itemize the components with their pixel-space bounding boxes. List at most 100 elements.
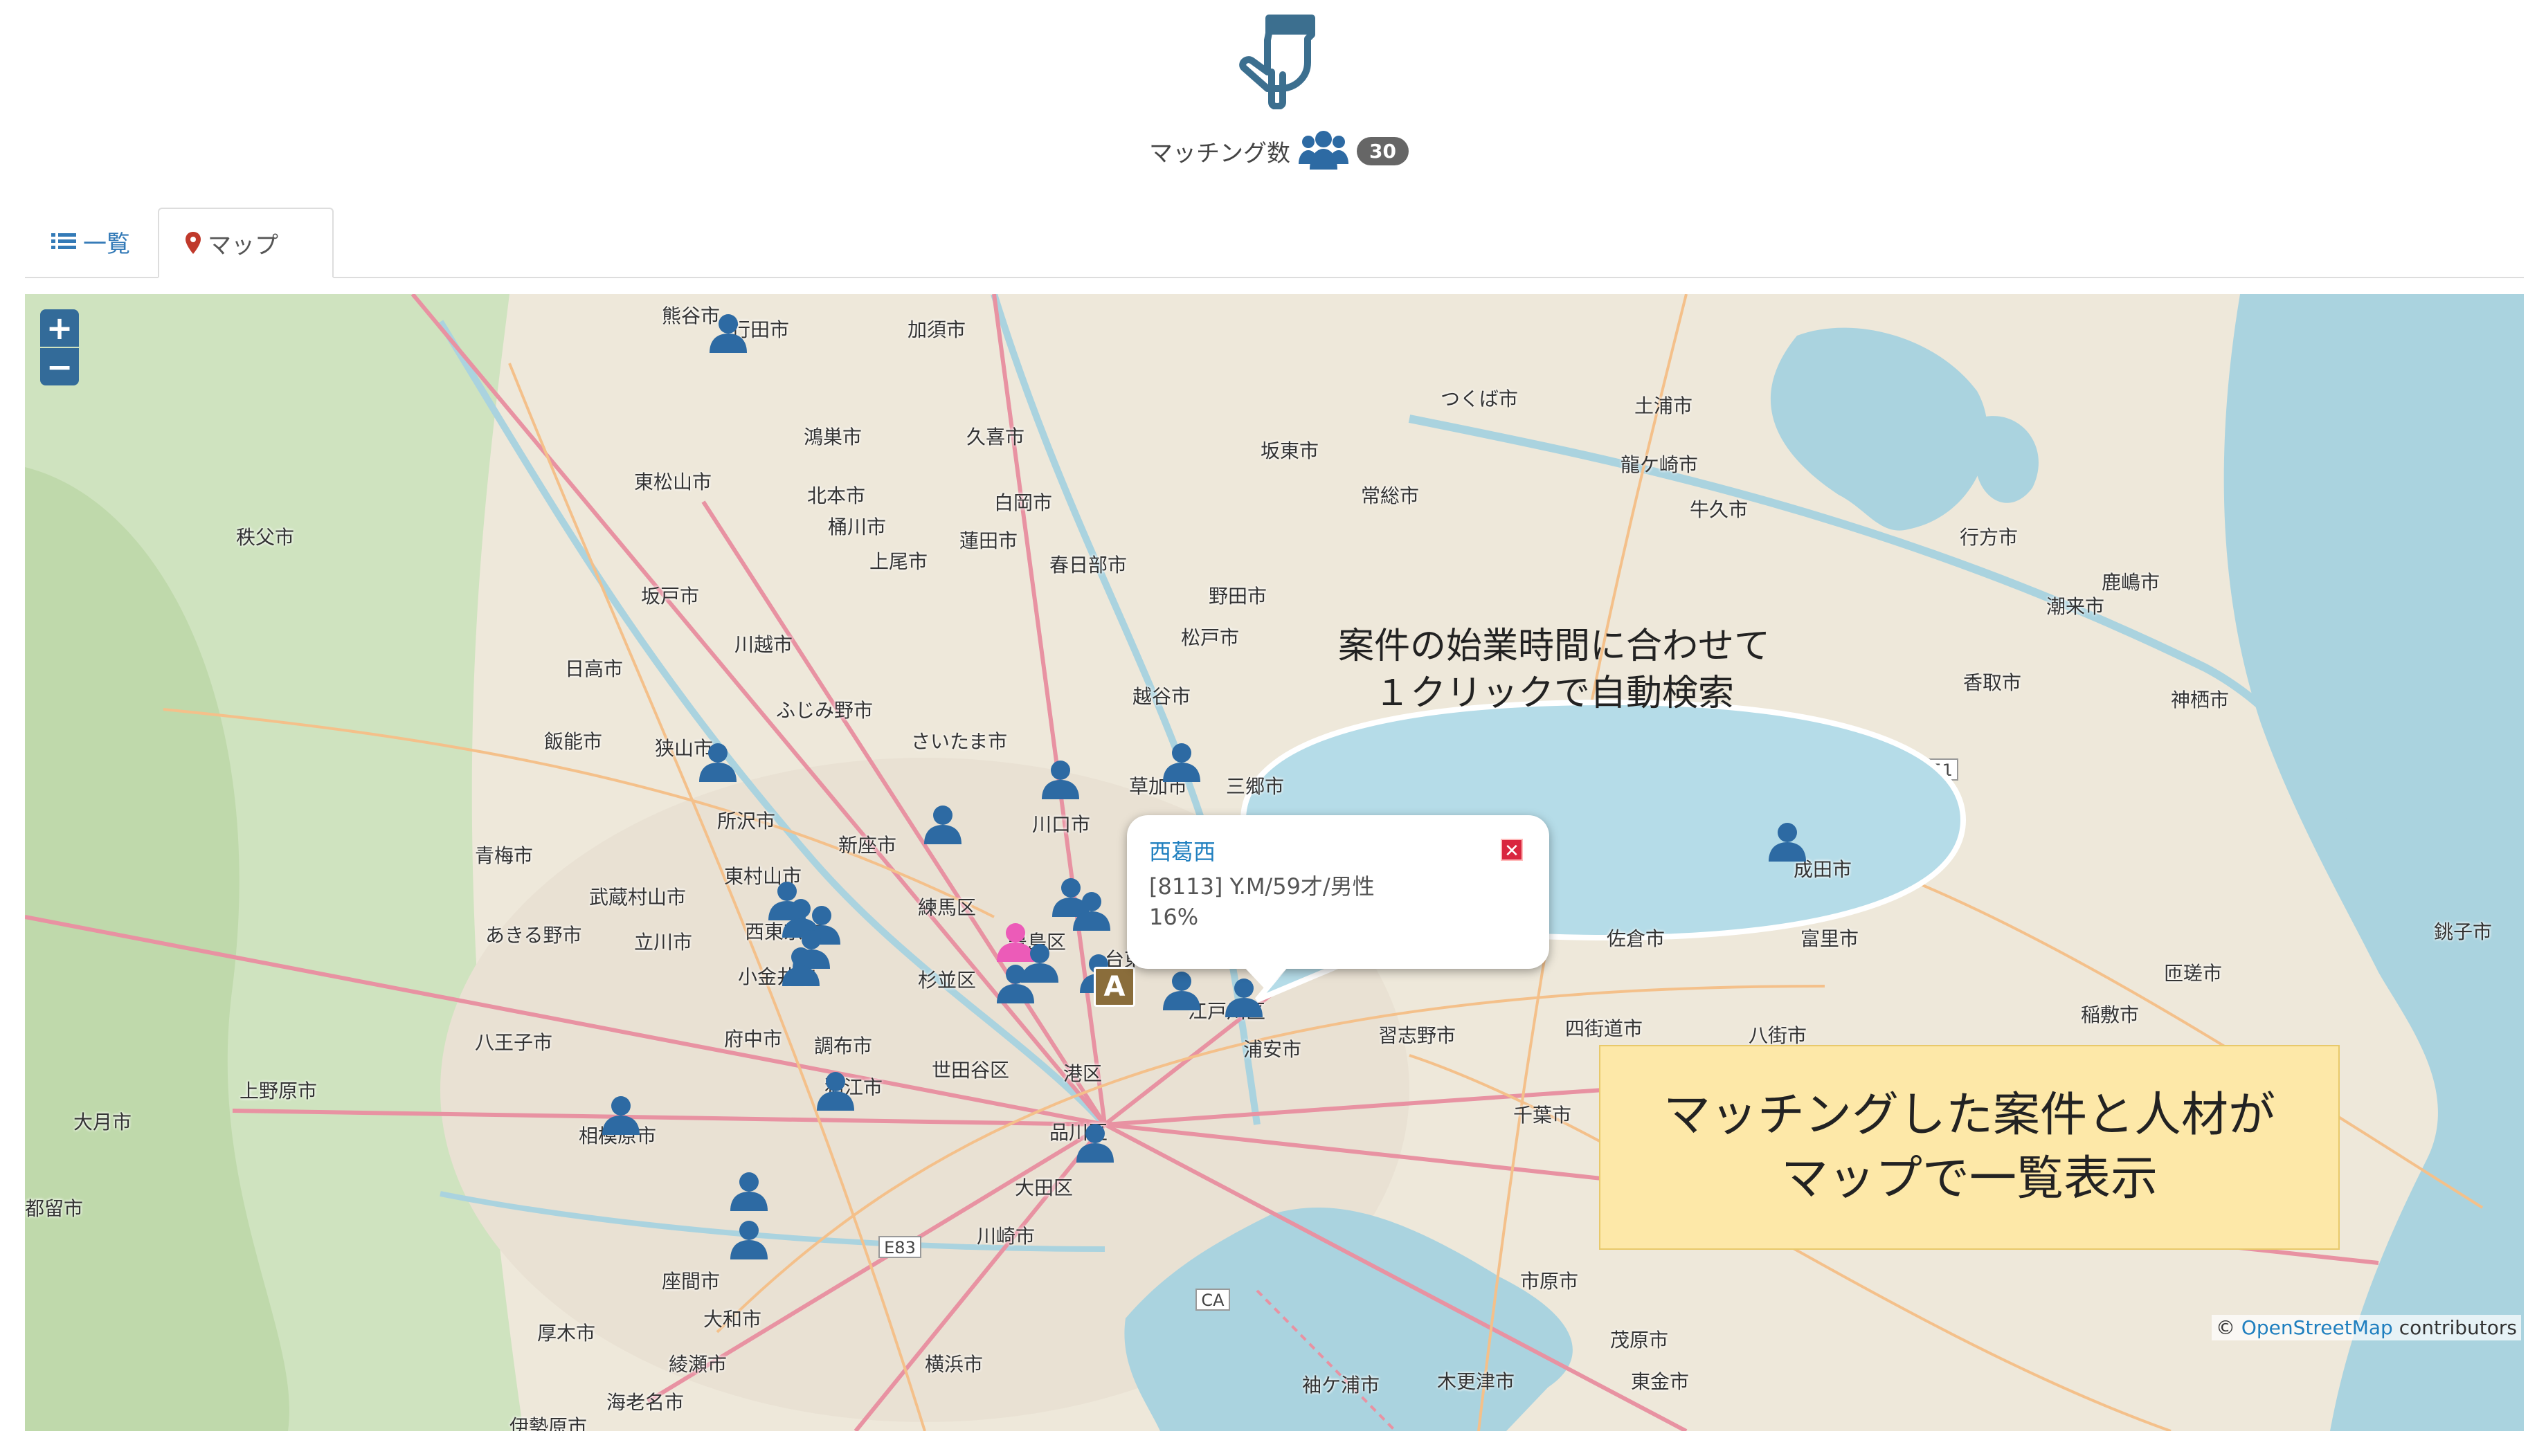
city-label: 綾瀬市: [669, 1353, 728, 1376]
job-marker-icon[interactable]: [1160, 969, 1203, 1012]
job-marker-icon[interactable]: [1070, 889, 1113, 932]
city-label: 富里市: [1800, 927, 1859, 950]
city-label: 袖ケ浦市: [1302, 1374, 1380, 1396]
city-label: 市原市: [1520, 1270, 1579, 1293]
view-tabs: 一覧 マップ: [25, 208, 2524, 278]
city-label: 牛久市: [1690, 498, 1749, 521]
job-marker-icon[interactable]: [779, 945, 822, 988]
city-label: 座間市: [662, 1270, 721, 1293]
job-marker-icon[interactable]: [728, 1218, 770, 1261]
city-label: 上野原市: [240, 1080, 318, 1102]
city-label: 調布市: [814, 1035, 873, 1057]
city-label: 伊勢原市: [509, 1415, 588, 1431]
city-label: 東金市: [1631, 1370, 1690, 1393]
job-marker-icon[interactable]: [1074, 1121, 1117, 1164]
matching-count-badge: 30: [1357, 136, 1409, 165]
city-label: 青梅市: [475, 844, 534, 867]
city-label: 坂戸市: [641, 585, 700, 608]
city-label: 東松山市: [634, 471, 712, 493]
job-marker-icon[interactable]: [728, 1170, 770, 1212]
city-label: 神栖市: [2171, 689, 2230, 711]
city-label: 鹿嶋市: [2102, 571, 2160, 594]
city-label: 都留市: [25, 1197, 84, 1220]
city-label: 潮来市: [2046, 595, 2105, 618]
map-attribution: © OpenStreetMap contributors: [2211, 1315, 2521, 1340]
station-badge-label: A: [1103, 971, 1126, 1003]
city-label: 浦安市: [1243, 1038, 1302, 1061]
job-marker-icon[interactable]: [814, 1069, 857, 1112]
job-marker-icon[interactable]: [1766, 820, 1809, 863]
city-label: 白岡市: [994, 491, 1053, 514]
city-label: 川越市: [734, 633, 793, 656]
city-label: 土浦市: [1634, 394, 1693, 417]
feature-bubble: 案件の始業時間に合わせて １クリックで自動検索: [1208, 623, 1900, 717]
popup-title[interactable]: 西葛西: [1149, 835, 1216, 866]
city-label: 四街道市: [1565, 1017, 1643, 1040]
city-label: さいたま市: [911, 730, 1008, 753]
bubble-line1: 案件の始業時間に合わせて: [1337, 626, 1770, 667]
city-label: 練馬区: [918, 896, 977, 919]
city-label: 飯能市: [544, 730, 603, 753]
tab-map-label: マップ: [208, 231, 278, 260]
zoom-in-button[interactable]: +: [40, 309, 79, 347]
city-label: 横浜市: [925, 1353, 984, 1376]
job-marker-icon[interactable]: [696, 740, 739, 783]
job-marker-icon[interactable]: [921, 803, 964, 846]
city-label: 野田市: [1209, 585, 1267, 608]
city-label: 行方市: [1960, 526, 2019, 549]
city-label: 大月市: [73, 1111, 132, 1134]
pointing-hand-icon: [1239, 15, 1315, 109]
city-label: 常総市: [1361, 484, 1420, 507]
city-label: 日高市: [565, 657, 624, 680]
city-label: 杉並区: [918, 969, 977, 992]
close-icon[interactable]: ✕: [1501, 839, 1523, 862]
city-label: 川口市: [1032, 813, 1091, 836]
matching-count: マッチング数 30: [1149, 123, 1409, 179]
city-label: 大田区: [1015, 1176, 1074, 1199]
city-label: 銚子市: [2434, 920, 2493, 943]
tab-list[interactable]: 一覧: [25, 208, 156, 275]
city-label: 海老名市: [606, 1391, 685, 1414]
popup-match-rate: 16%: [1149, 904, 1199, 930]
attribution-suffix: contributors: [2399, 1316, 2517, 1339]
attribution-copyright: ©: [2215, 1316, 2235, 1339]
city-label: 八王子市: [475, 1031, 553, 1054]
city-label: あきる野市: [485, 924, 582, 947]
city-label: 港区: [1063, 1062, 1103, 1085]
city-label: 香取市: [1963, 671, 2022, 694]
job-marker-icon[interactable]: [1039, 758, 1082, 801]
city-label: ふじみ野市: [776, 699, 874, 722]
city-label: 北本市: [807, 484, 866, 507]
job-marker-icon[interactable]: [994, 962, 1037, 1005]
job-marker-icon[interactable]: [599, 1093, 642, 1136]
city-label: つくば市: [1441, 388, 1519, 410]
job-marker-icon[interactable]: [1160, 740, 1203, 783]
city-label: 坂東市: [1261, 439, 1319, 462]
station-badge[interactable]: A: [1094, 967, 1135, 1007]
job-marker-icon[interactable]: [707, 311, 750, 354]
city-label: 八街市: [1749, 1024, 1807, 1047]
city-label: 厚木市: [537, 1322, 596, 1345]
city-label: 龍ケ崎市: [1620, 453, 1699, 476]
zoom-out-button[interactable]: −: [40, 348, 79, 385]
city-label: 鴻巣市: [804, 426, 863, 448]
users-icon: [1299, 131, 1348, 170]
list-icon: [51, 233, 76, 249]
city-label: 久喜市: [966, 426, 1025, 448]
city-label: 春日部市: [1049, 554, 1128, 576]
city-label: 三郷市: [1226, 775, 1285, 798]
city-label: 越谷市: [1132, 685, 1191, 708]
map-popup: 西葛西 [8113] Y.M/59才/男性 16% ✕: [1127, 815, 1549, 969]
osm-link[interactable]: OpenStreetMap: [2241, 1316, 2393, 1339]
city-label: 蓮田市: [959, 529, 1018, 552]
feature-note: マッチングした案件と人材が マップで一覧表示: [1599, 1045, 2340, 1250]
city-label: 川崎市: [977, 1225, 1036, 1248]
road-label-ca: CA: [1201, 1291, 1225, 1310]
city-label: 茂原市: [1610, 1329, 1669, 1352]
city-label: 稲敷市: [2081, 1003, 2140, 1026]
bubble-line2: １クリックで自動検索: [1373, 673, 1734, 714]
city-label: 武蔵村山市: [589, 886, 687, 909]
tab-map[interactable]: マップ: [158, 208, 334, 278]
city-label: 桶川市: [828, 516, 887, 538]
road-label-e83: E83: [884, 1238, 916, 1257]
